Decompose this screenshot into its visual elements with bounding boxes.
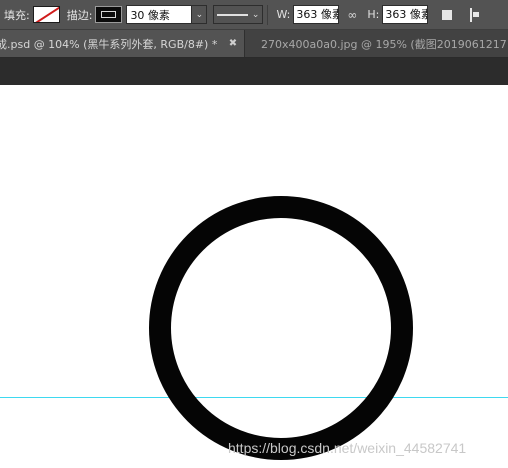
chevron-down-icon[interactable]: ⌄ — [191, 6, 207, 23]
options-bar: 填充: 描边: 30 像素 ⌄ ⌄ W: 363 像素 ∞ H: 363 像素 — [0, 0, 508, 30]
watermark-text: https://blog.csdn.net/weixin_44582741 — [228, 440, 467, 456]
document-canvas[interactable]: https://blog.csdn.net/weixin_44582741 — [0, 85, 508, 468]
solid-line-icon — [217, 13, 249, 16]
stroke-swatch[interactable] — [95, 6, 123, 23]
tab-title: 成.psd @ 104% (黑牛系列外套, RGB/8#) * — [0, 37, 218, 51]
stroke-label: 描边: — [66, 8, 93, 22]
stroke-size-dropdown[interactable]: 30 像素 ⌄ — [126, 5, 208, 24]
tab-active-document[interactable]: 成.psd @ 104% (黑牛系列外套, RGB/8#) * ✖ — [0, 30, 245, 57]
divider — [267, 4, 269, 25]
fill-swatch[interactable] — [32, 6, 60, 23]
stroke-swatch-icon — [101, 11, 117, 18]
no-fill-slash-icon — [33, 7, 59, 22]
ellipse-shape[interactable] — [149, 196, 413, 460]
tab-inactive-document[interactable]: 270x400a0a0.jpg @ 195% (截图20190612171 — [245, 30, 508, 57]
path-operations-button[interactable] — [438, 5, 456, 24]
height-label: H: — [367, 8, 380, 21]
chevron-down-icon: ⌄ — [251, 9, 260, 20]
square-icon — [442, 9, 453, 20]
tab-title: 270x400a0a0.jpg @ 195% (截图20190612171 — [261, 37, 508, 51]
width-input[interactable]: 363 像素 — [293, 5, 340, 24]
path-alignment-icon[interactable] — [470, 7, 480, 22]
stroke-size-value: 30 像素 — [130, 8, 170, 22]
close-icon[interactable]: ✖ — [226, 38, 240, 49]
height-input[interactable]: 363 像素 — [382, 5, 429, 24]
document-tab-bar: 成.psd @ 104% (黑牛系列外套, RGB/8#) * ✖ 270x40… — [0, 30, 508, 58]
width-label: W: — [276, 8, 291, 21]
photoshop-window: 填充: 描边: 30 像素 ⌄ ⌄ W: 363 像素 ∞ H: 363 像素 … — [0, 0, 508, 468]
stroke-type-dropdown[interactable]: ⌄ — [213, 5, 264, 24]
fill-label: 填充: — [4, 8, 30, 22]
canvas-pasteboard — [0, 58, 508, 85]
link-dimensions-icon[interactable]: ∞ — [347, 8, 357, 22]
